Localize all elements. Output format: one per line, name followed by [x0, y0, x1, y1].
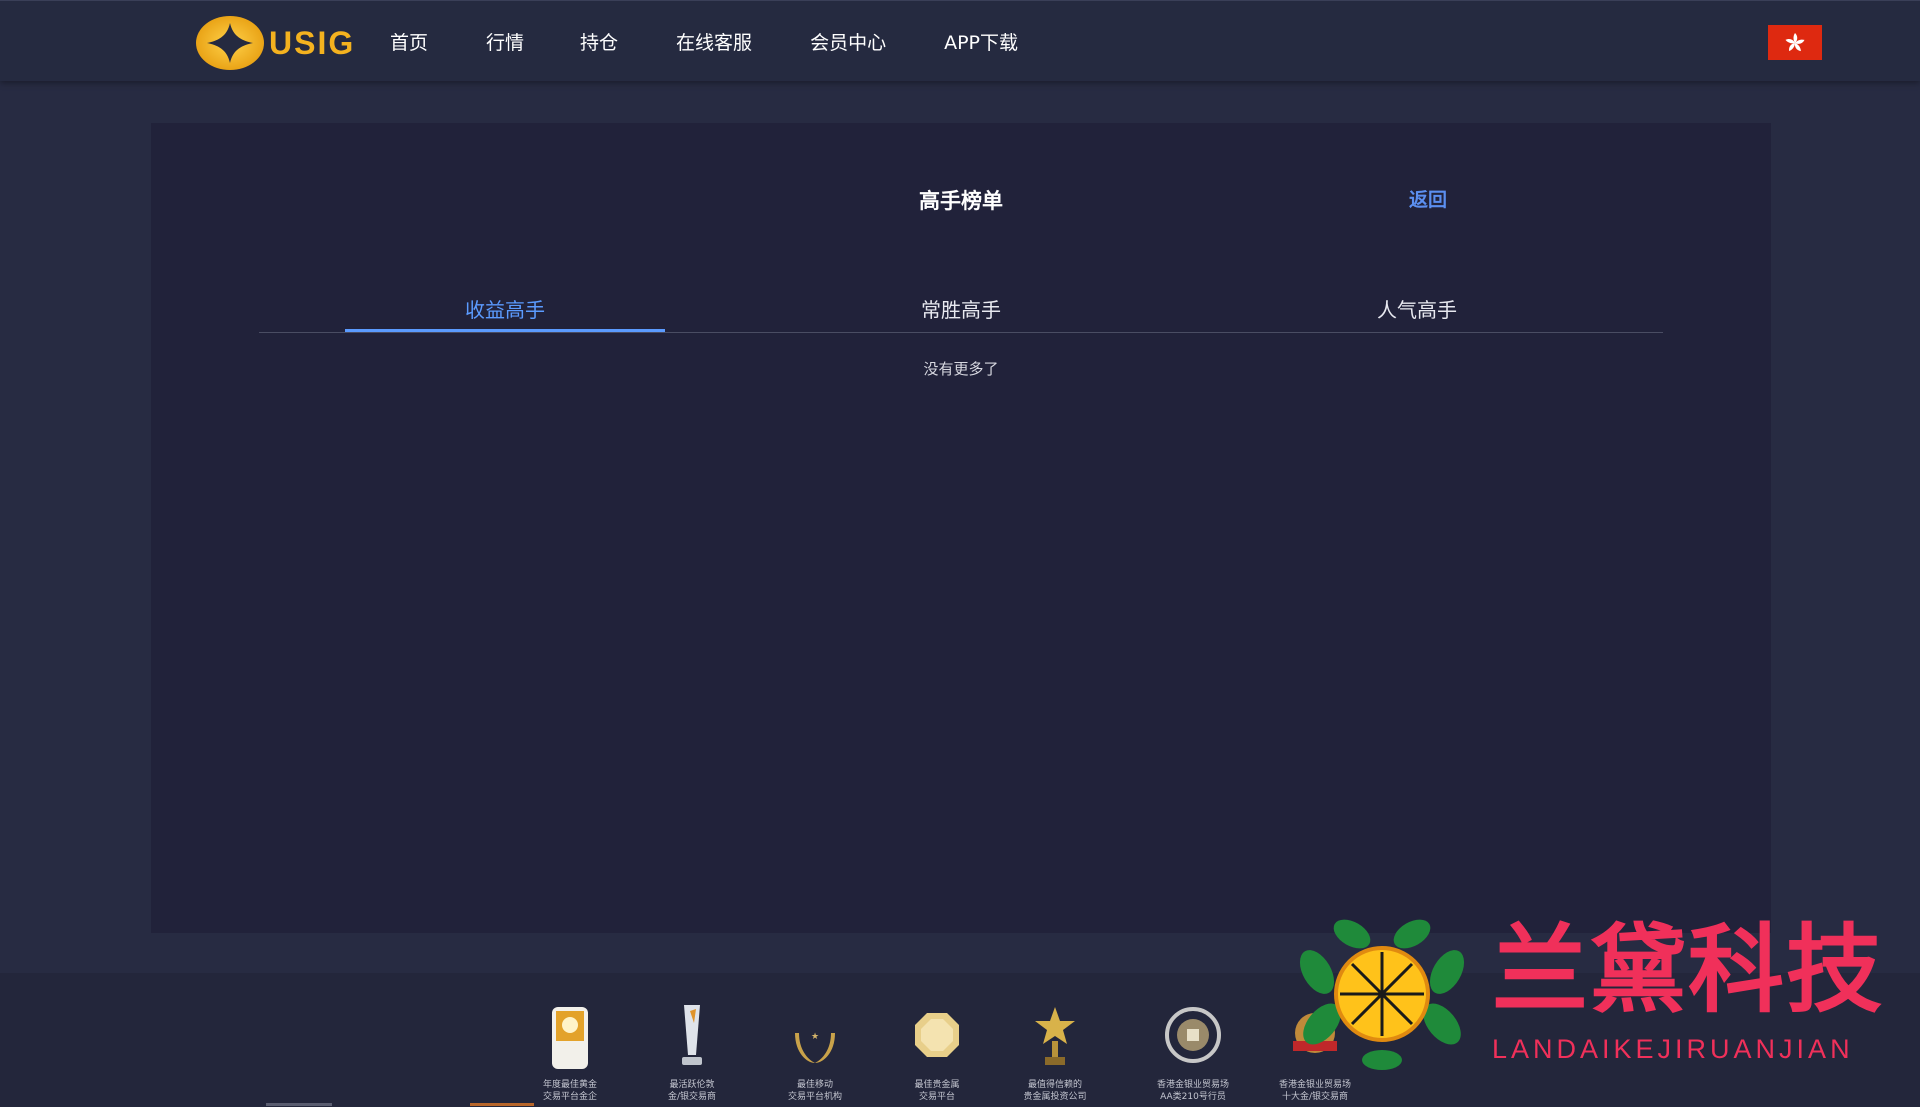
usig-logo-icon [196, 16, 264, 70]
award-item: 最佳贵金属 交易平台 [882, 1003, 992, 1103]
active-tab-indicator [345, 329, 665, 332]
nav-item-member-center[interactable]: 会员中心 [810, 28, 886, 55]
award-caption: 香港金银业贸易场 十大金/银交易商 [1278, 1080, 1351, 1102]
award-caption: 最活跃伦敦 金/银交易商 [667, 1080, 717, 1102]
award-caption: 香港金银业贸易场 AA类210号行员 [1156, 1080, 1229, 1102]
award-caption: 最佳贵金属 交易平台 [914, 1080, 960, 1102]
nav-item-home[interactable]: 首页 [390, 28, 428, 55]
footer-divider [470, 1103, 534, 1106]
award-item: 香港金银业贸易场 AA类210号行员 [1138, 1003, 1248, 1103]
tab-consistent-winners[interactable]: 常胜高手 [801, 283, 1121, 333]
top-navbar: USIG 首页 行情 持仓 在线客服 会员中心 APP下载 [0, 0, 1920, 81]
orange-wreath-emblem-icon [1299, 919, 1465, 1070]
svg-text:★: ★ [811, 1032, 819, 1042]
award-caption: 最值得信赖的 贵金属投资公司 [1023, 1080, 1087, 1102]
nav-item-market[interactable]: 行情 [486, 28, 524, 55]
tab-profit-masters[interactable]: 收益高手 [345, 283, 665, 333]
nav-item-positions[interactable]: 持仓 [580, 28, 618, 55]
footer-divider [266, 1103, 332, 1106]
award-caption: 年度最佳黄金 交易平台金企 [542, 1080, 597, 1102]
star-trophy-icon [1035, 1007, 1075, 1065]
empty-list-message: 没有更多了 [923, 360, 999, 378]
watermark-title: 兰黛科技 [1492, 914, 1884, 1026]
page-title: 高手榜单 [919, 189, 1003, 213]
main-nav: 首页 行情 持仓 在线客服 会员中心 APP下载 [390, 1, 1018, 82]
gold-octagon-award-icon [915, 1013, 959, 1057]
tab-popular-masters[interactable]: 人气高手 [1257, 283, 1577, 333]
language-flag-button[interactable] [1768, 25, 1822, 60]
award-plaque-icon [552, 1007, 588, 1069]
award-item: 年度最佳黄金 交易平台金企 [515, 1003, 625, 1103]
watermark: 兰黛科技 LANDAIKEJIRUANJIAN [1292, 912, 1912, 1072]
laurel-wreath-icon: ★ [795, 1032, 835, 1063]
crystal-trophy-icon [682, 1005, 702, 1065]
nav-item-app-download[interactable]: APP下载 [944, 28, 1018, 55]
logo-text: USIG [269, 24, 356, 61]
exchange-seal-icon [1165, 1007, 1221, 1063]
award-item: ★ 最佳移动 交易平台机构 [760, 1003, 870, 1103]
nav-item-online-service[interactable]: 在线客服 [676, 28, 752, 55]
back-link[interactable]: 返回 [1409, 185, 1447, 212]
leaderboard-tabs: 收益高手 常胜高手 人气高手 [259, 283, 1663, 333]
award-item: 最值得信赖的 贵金属投资公司 [1000, 1003, 1110, 1103]
leaderboard-panel: 高手榜单 返回 收益高手 常胜高手 人气高手 没有更多了 [151, 123, 1771, 933]
award-item: 最活跃伦敦 金/银交易商 [637, 1003, 747, 1103]
logo[interactable]: USIG [195, 15, 355, 71]
award-caption: 最佳移动 交易平台机构 [787, 1080, 842, 1102]
watermark-subtitle: LANDAIKEJIRUANJIAN [1492, 1034, 1854, 1064]
hong-kong-flag-icon [1785, 32, 1805, 51]
